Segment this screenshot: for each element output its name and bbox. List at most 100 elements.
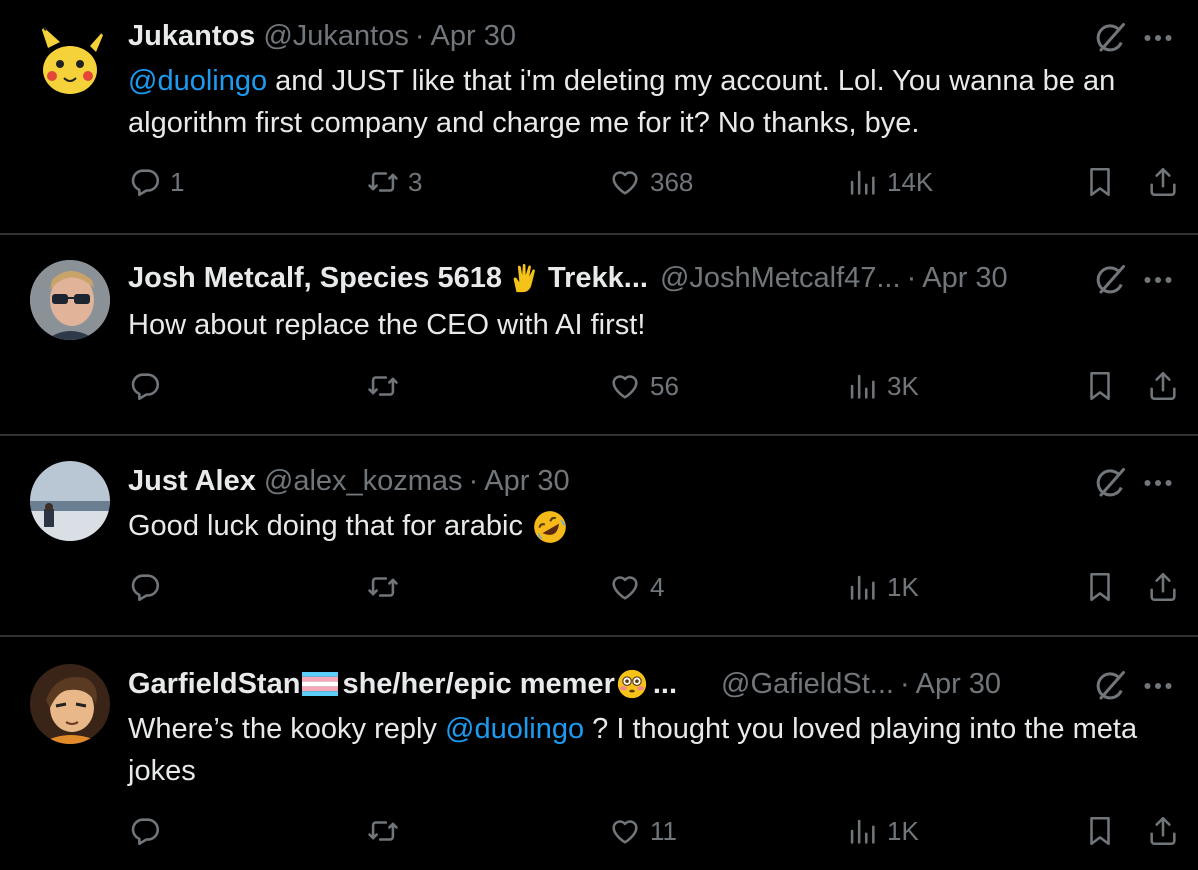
like-count: 4 [650,571,665,602]
display-name[interactable]: Josh Metcalf, Species 5618 [128,258,502,298]
repost-button[interactable] [366,570,408,604]
share-icon [1146,369,1180,403]
like-button[interactable]: 56 [608,369,679,403]
reply-button[interactable]: 1 [128,165,184,199]
action-bar: 56 3K [128,369,1188,413]
tweet-text: Good luck doing that for arabic [128,505,1178,547]
bookmark-icon [1083,570,1117,604]
tweet-garfieldstan[interactable]: GarfieldStan she/her/epic memer ... @Gaf… [0,638,1198,870]
divider [0,434,1198,436]
action-bar: 4 1K [128,570,1188,614]
mention-link[interactable]: @duolingo [445,713,584,745]
rolling-on-floor-laughing-emoji [534,511,566,544]
views-count: 14K [887,166,934,197]
tweet-josh-metcalf[interactable]: Josh Metcalf, Species 5618 Trekk... @Jos… [0,236,1198,434]
like-icon [608,165,642,199]
grok-icon[interactable] [1092,20,1128,56]
tweet-just-alex[interactable]: Just Alex @alex_kozmas · Apr 30 Good luc… [0,437,1198,635]
like-icon [608,814,642,848]
repost-button[interactable]: 3 [366,165,422,199]
timestamp[interactable]: Apr 30 [484,461,569,501]
like-button[interactable]: 11 [608,814,677,848]
views-icon [845,165,879,199]
like-icon [608,369,642,403]
avatar[interactable] [30,260,110,340]
like-icon [608,570,642,604]
repost-icon [366,814,400,848]
share-icon [1146,814,1180,848]
tweet-text: @duolingo and JUST like that i'm deletin… [128,60,1178,144]
display-name-suffix[interactable]: Trekk... [548,258,648,298]
display-name[interactable]: GarfieldStan [128,664,300,704]
share-button[interactable] [1146,570,1180,604]
views-icon [845,369,879,403]
user-handle[interactable]: @GafieldSt... [721,664,894,704]
more-icon[interactable] [1138,262,1178,298]
more-icon[interactable] [1138,20,1178,56]
user-handle[interactable]: @Jukantos [263,16,409,56]
repost-icon [366,165,400,199]
action-bar: 1 3 368 14K [128,165,1188,209]
like-count: 56 [650,370,679,401]
cartoon-avatar-image [30,664,110,744]
bookmark-button[interactable] [1083,369,1117,403]
share-button[interactable] [1146,369,1180,403]
like-count: 368 [650,166,694,197]
separator-dot: · [468,465,479,497]
pikachu-avatar-image [40,24,106,94]
tweet-text: How about replace the CEO with AI first! [128,309,646,341]
display-name-suffix[interactable]: she/her/epic memer [342,664,614,704]
timestamp[interactable]: Apr 30 [916,664,1001,704]
views-icon [845,570,879,604]
more-icon[interactable] [1138,465,1178,501]
tweet-jukantos[interactable]: Jukantos @Jukantos · Apr 30 @duolingo an… [0,0,1198,234]
reply-icon [128,369,162,403]
views-button[interactable]: 3K [845,369,919,403]
separator-dot: · [899,668,910,700]
bookmark-button[interactable] [1083,165,1117,199]
views-button[interactable]: 14K [845,165,933,199]
bookmark-button[interactable] [1083,814,1117,848]
display-name[interactable]: Just Alex [128,461,256,501]
user-handle[interactable]: @alex_kozmas [264,461,463,501]
separator-dot: · [414,20,425,52]
user-handle[interactable]: @JoshMetcalf47... [660,258,901,298]
views-count: 3K [887,370,919,401]
like-count: 11 [650,815,677,846]
transgender-flag-emoji [302,672,339,696]
share-button[interactable] [1146,814,1180,848]
avatar[interactable] [30,18,110,98]
reply-button[interactable] [128,570,170,604]
mention-link[interactable]: @duolingo [128,65,267,97]
grok-icon[interactable] [1092,465,1128,501]
share-icon [1146,165,1180,199]
reply-button[interactable] [128,814,170,848]
repost-button[interactable] [366,814,408,848]
timestamp[interactable]: Apr 30 [431,16,516,56]
like-button[interactable]: 4 [608,570,664,604]
tweet-header: Just Alex @alex_kozmas · Apr 30 [128,461,1068,501]
bookmark-icon [1083,814,1117,848]
like-button[interactable]: 368 [608,165,693,199]
views-count: 1K [887,571,919,602]
share-button[interactable] [1146,165,1180,199]
landscape-avatar-image [30,461,110,541]
action-bar: 11 1K [128,814,1188,858]
views-button[interactable]: 1K [845,570,919,604]
timestamp[interactable]: Apr 30 [922,258,1007,298]
views-icon [845,814,879,848]
bookmark-button[interactable] [1083,570,1117,604]
repost-count: 3 [408,166,423,197]
separator-dot: · [906,262,917,294]
views-button[interactable]: 1K [845,814,919,848]
grok-icon[interactable] [1092,668,1128,704]
repost-button[interactable] [366,369,408,403]
display-name[interactable]: Jukantos [128,16,255,56]
grok-icon[interactable] [1092,262,1128,298]
tweet-text-before: Where’s the kooky reply [128,713,445,745]
reply-button[interactable] [128,369,170,403]
avatar[interactable] [30,664,110,744]
more-icon[interactable] [1138,668,1178,704]
repost-icon [366,570,400,604]
avatar[interactable] [30,461,110,541]
